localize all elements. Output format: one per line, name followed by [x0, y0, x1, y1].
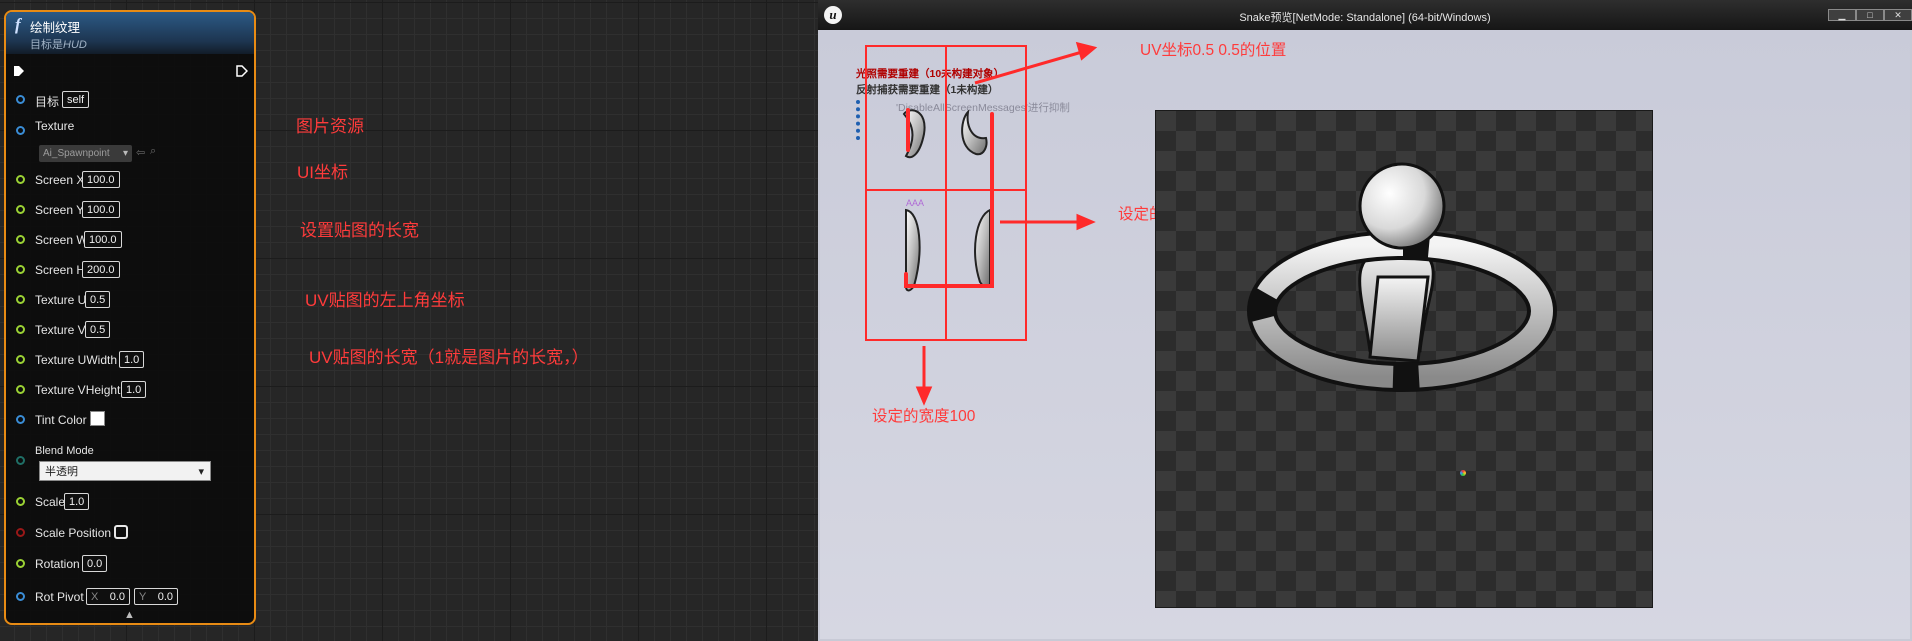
node-header[interactable]: f 绘制纹理 目标是HUD [6, 12, 254, 54]
color-pin-icon[interactable] [16, 415, 25, 424]
texture-asset-dropdown[interactable]: Ai_Spawnpoint ▾ [39, 145, 132, 162]
rot-pivot-x-input[interactable]: X 0.0 [86, 588, 130, 605]
texture-v-input[interactable]: 0.5 [85, 321, 111, 338]
pin-label: Rotation [35, 557, 80, 571]
bool-pin-icon[interactable] [16, 528, 25, 537]
pin-label: Texture U [35, 293, 87, 307]
scale-position-checkbox[interactable] [114, 525, 128, 539]
pin-label: Scale Position [35, 526, 112, 540]
pin-scale-position[interactable]: Scale Position [6, 523, 254, 545]
close-button[interactable]: ✕ [1884, 9, 1912, 21]
pin-label: 目标 [35, 95, 60, 109]
pin-label: Scale [35, 495, 66, 509]
pin-label: Texture VHeight [35, 383, 121, 397]
pin-texture-v[interactable]: Texture V 0.5 [6, 320, 254, 342]
pin-label: Texture [35, 119, 75, 133]
preview-window[interactable]: u Snake预览[NetMode: Standalone] (64-bit/W… [818, 0, 1912, 641]
float-pin-icon[interactable] [16, 295, 25, 304]
pin-screen-x[interactable]: Screen X 100.0 [6, 170, 254, 192]
texture-uwidth-input[interactable]: 1.0 [119, 351, 145, 368]
annotation-ui-coords: UI坐标 [297, 163, 348, 182]
pin-screen-h[interactable]: Screen H 200.0 [6, 260, 254, 282]
exec-out-pin-icon[interactable] [236, 65, 248, 77]
pin-rotation[interactable]: Rotation 0.0 [6, 554, 254, 576]
pin-label: Rot Pivot [35, 590, 84, 604]
float-pin-icon[interactable] [16, 385, 25, 394]
exec-in-pin-icon[interactable] [13, 65, 25, 77]
float-pin-icon[interactable] [16, 205, 25, 214]
pin-label: Screen H [35, 263, 86, 277]
maximize-button[interactable]: □ [1856, 9, 1884, 21]
pin-label: Texture V [35, 323, 86, 337]
pin-screen-y[interactable]: Screen Y 100.0 [6, 200, 254, 222]
rot-pivot-y-input[interactable]: Y 0.0 [134, 588, 178, 605]
pin-texture-vheight[interactable]: Texture VHeight 1.0 [6, 380, 254, 402]
vector2d-pin-icon[interactable] [16, 592, 25, 601]
pin-rot-pivot[interactable]: Rot Pivot X 0.0 Y 0.0 [6, 587, 254, 609]
window-title: Snake预览[NetMode: Standalone] (64-bit/Win… [1239, 12, 1491, 24]
pin-label: Tint Color [35, 413, 87, 427]
object-pin-icon[interactable] [16, 95, 25, 104]
float-pin-icon[interactable] [16, 355, 25, 364]
spawnpoint-icon [1247, 162, 1557, 392]
float-pin-icon[interactable] [16, 235, 25, 244]
texture-u-input[interactable]: 0.5 [85, 291, 111, 308]
pin-texture[interactable]: Texture [6, 119, 254, 143]
pin-texture-u[interactable]: Texture U 0.5 [6, 290, 254, 312]
annotation-width: 设定的宽度100 [872, 408, 976, 425]
pin-scale[interactable]: Scale 1.0 [6, 492, 254, 514]
pin-target[interactable]: 目标 self [6, 90, 254, 112]
float-pin-icon[interactable] [16, 325, 25, 334]
float-pin-icon[interactable] [16, 559, 25, 568]
draw-texture-node[interactable]: f 绘制纹理 目标是HUD 目标 self Texture Ai_Spawnpo… [4, 10, 256, 625]
screen-h-input[interactable]: 200.0 [82, 261, 120, 278]
texture-preview-checker [1155, 110, 1653, 608]
pin-tint-color[interactable]: Tint Color [6, 410, 254, 432]
browse-search-icon[interactable]: ⌕ [150, 145, 156, 158]
pin-label: Screen W [35, 233, 88, 247]
screen-y-input[interactable]: 100.0 [82, 201, 120, 218]
annotation-uv-size: UV贴图的长宽（1就是图片的长宽，） [309, 348, 589, 367]
minimize-button[interactable]: ▁ [1828, 9, 1856, 21]
rotation-input[interactable]: 0.0 [82, 555, 108, 572]
window-titlebar[interactable]: u Snake预览[NetMode: Standalone] (64-bit/W… [818, 0, 1912, 30]
function-f-icon: f [15, 15, 21, 34]
texture-pin-icon[interactable] [16, 126, 25, 135]
screen-w-input[interactable]: 100.0 [84, 231, 122, 248]
pin-label: Screen X [35, 173, 85, 187]
cursor-dot-icon [1460, 470, 1466, 476]
annotation-uv-pos: UV坐标0.5 0.5的位置 [1140, 42, 1287, 59]
annotation-set-size: 设置贴图的长宽 [300, 221, 419, 240]
pin-texture-uwidth[interactable]: Texture UWidth 1.0 [6, 350, 254, 372]
pin-label: Screen Y [35, 203, 85, 217]
use-asset-arrow-icon[interactable]: ⇦ [136, 146, 145, 159]
node-subtitle: 目标是HUD [30, 39, 87, 51]
game-viewport[interactable]: 光照需要重建（10未构建对象） 反射捕获需要重建（1未构建） 'DisableA… [820, 30, 1910, 639]
blend-mode-select[interactable]: 半透明 ▾ [39, 461, 211, 481]
chevron-down-icon: ▾ [198, 466, 204, 478]
collapse-arrow-icon[interactable]: ▲ [124, 609, 135, 621]
annotation-image-resource: 图片资源 [296, 117, 364, 136]
blueprint-graph[interactable]: f 绘制纹理 目标是HUD 目标 self Texture Ai_Spawnpo… [0, 0, 818, 641]
chevron-down-icon: ▾ [122, 148, 128, 159]
tint-color-swatch[interactable] [90, 411, 105, 426]
enum-pin-icon[interactable] [16, 456, 25, 465]
node-title: 绘制纹理 [30, 21, 81, 35]
float-pin-icon[interactable] [16, 265, 25, 274]
float-pin-icon[interactable] [16, 497, 25, 506]
scale-input[interactable]: 1.0 [64, 493, 90, 510]
annotation-uv-topleft: UV贴图的左上角坐标 [305, 291, 465, 310]
target-value[interactable]: self [62, 91, 90, 108]
float-pin-icon[interactable] [16, 175, 25, 184]
screen-x-input[interactable]: 100.0 [82, 171, 120, 188]
pin-label: Texture UWidth [35, 353, 118, 367]
pin-screen-w[interactable]: Screen W 100.0 [6, 230, 254, 252]
texture-vheight-input[interactable]: 1.0 [121, 381, 147, 398]
pin-label: Blend Mode [35, 445, 94, 457]
